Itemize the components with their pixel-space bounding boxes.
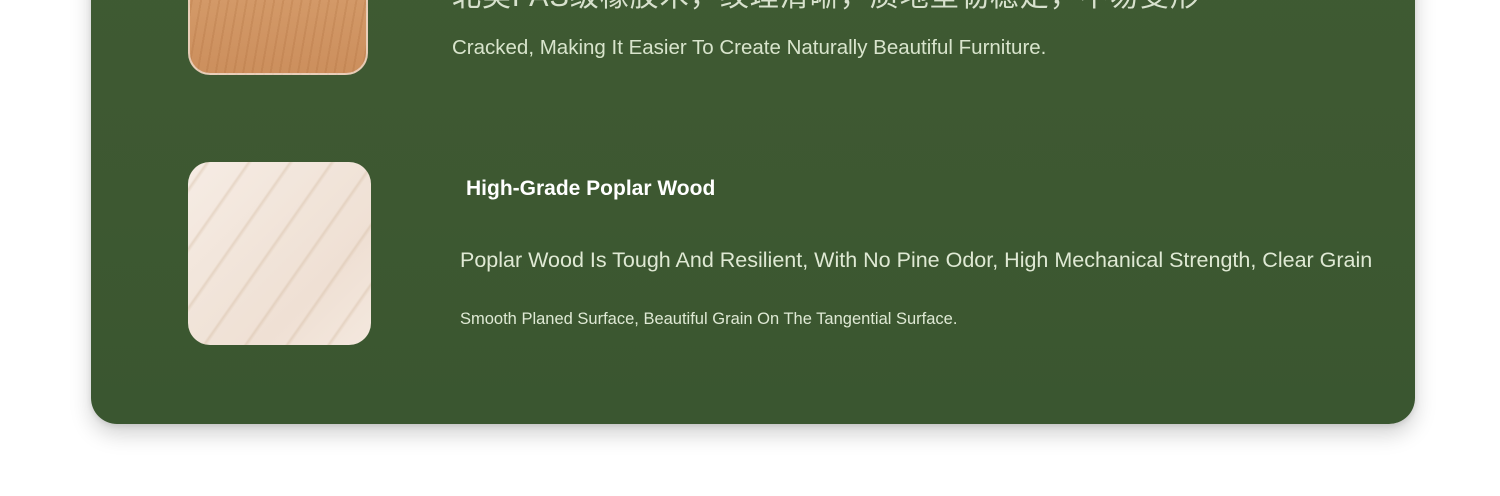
poplar-feature-subtext: Smooth Planed Surface, Beautiful Grain O… <box>460 310 958 328</box>
oak-feature-description: Cracked, Making It Easier To Create Natu… <box>452 36 1047 59</box>
poplar-feature-description: Poplar Wood Is Tough And Resilient, With… <box>460 248 1373 272</box>
oak-feature-chinese-text: 北美FAS级橡胶木，纹理清晰，质地坚韧稳定，不易变形 <box>452 0 1200 14</box>
page: 北美FAS级橡胶木，纹理清晰，质地坚韧稳定，不易变形 Cracked, Maki… <box>0 0 1500 496</box>
poplar-wood-swatch <box>188 162 371 345</box>
material-feature-card: 北美FAS级橡胶木，纹理清晰，质地坚韧稳定，不易变形 Cracked, Maki… <box>91 0 1415 424</box>
oak-wood-swatch <box>188 0 368 75</box>
poplar-feature-title: High-Grade Poplar Wood <box>466 177 716 200</box>
